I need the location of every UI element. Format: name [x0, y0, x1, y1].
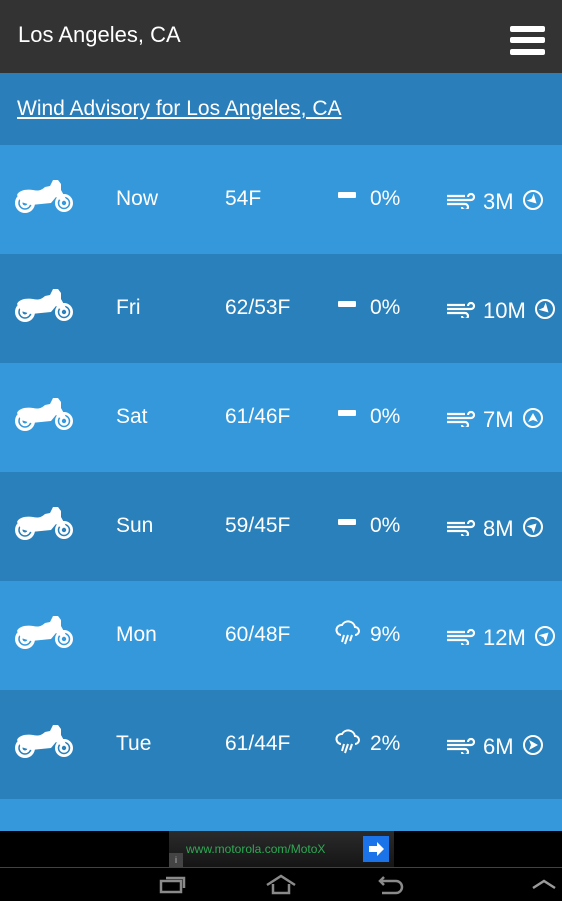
forecast-row[interactable]: Sat 61/46F 0% 7M: [0, 363, 562, 472]
forecast-day: Sun: [116, 514, 154, 537]
forecast-row[interactable]: Tue 61/44F 2% 6M: [0, 690, 562, 799]
forecast-row[interactable]: Sun 59/45F 0% 8M: [0, 472, 562, 581]
dash-icon: [335, 183, 361, 211]
motorcycle-icon: [14, 506, 74, 542]
app-bar: Los Angeles, CA: [0, 0, 562, 73]
wind-direction-icon: [534, 625, 556, 647]
forecast-temp: 60/48F: [225, 623, 291, 646]
ad-banner[interactable]: www.motorola.com/MotoX i: [169, 831, 394, 867]
forecast-day: Mon: [116, 623, 157, 646]
home-button[interactable]: [264, 872, 298, 896]
forecast-wind: 10M: [483, 298, 526, 323]
back-icon: [378, 876, 404, 895]
wind-icon: [446, 191, 476, 212]
dash-icon: [335, 510, 361, 538]
wind-direction-icon: [522, 407, 544, 429]
wind-icon: [446, 627, 476, 648]
ad-go-button[interactable]: [363, 836, 389, 862]
forecast-temp: 62/53F: [225, 296, 291, 319]
forecast-precip: 0%: [370, 514, 401, 537]
forecast-wind: 12M: [483, 625, 526, 650]
ad-bar: www.motorola.com/MotoX i: [0, 831, 562, 867]
menu-button[interactable]: [510, 26, 545, 56]
forecast-wind: 3M: [483, 189, 514, 214]
rain-cloud-icon: [335, 619, 361, 647]
forecast-precip: 9%: [370, 623, 401, 646]
up-button[interactable]: [528, 872, 562, 896]
hamburger-line: [510, 37, 545, 43]
chevron-up-icon: [532, 879, 556, 890]
wind-direction-icon: [534, 298, 556, 320]
forecast-temp: 61/46F: [225, 405, 291, 428]
wind-icon: [446, 409, 476, 430]
wind-advisory-link[interactable]: Wind Advisory for Los Angeles, CA: [17, 97, 342, 121]
forecast-day: Now: [116, 187, 159, 210]
wind-direction-icon: [522, 734, 544, 756]
wind-direction-icon: [522, 516, 544, 538]
motorcycle-icon: [14, 288, 74, 324]
forecast-precip: 2%: [370, 732, 401, 755]
system-nav-bar: [0, 867, 562, 900]
rain-cloud-icon: [335, 728, 361, 756]
forecast-wind: 8M: [483, 516, 514, 541]
forecast-precip: 0%: [370, 187, 401, 210]
motorcycle-icon: [14, 397, 74, 433]
hamburger-menu-icon: [510, 26, 545, 32]
wind-icon: [446, 300, 476, 321]
wind-icon: [446, 518, 476, 539]
dash-icon: [335, 401, 361, 429]
forecast-row-partial: [0, 799, 562, 831]
forecast-wind: 7M: [483, 407, 514, 432]
motorcycle-icon: [14, 179, 74, 215]
recent-apps-button[interactable]: [157, 872, 191, 896]
location-title: Los Angeles, CA: [18, 22, 181, 47]
motorcycle-icon: [14, 724, 74, 760]
arrow-right-icon: [369, 842, 384, 856]
forecast-row[interactable]: Now 54F 0% 3M: [0, 145, 562, 254]
forecast-wind: 6M: [483, 734, 514, 759]
ad-info-icon[interactable]: i: [169, 853, 183, 867]
forecast-day: Fri: [116, 296, 141, 319]
forecast-temp: 59/45F: [225, 514, 291, 537]
forecast-temp: 54F: [225, 187, 262, 210]
motorcycle-icon: [14, 615, 74, 651]
wind-icon: [446, 736, 476, 757]
home-icon: [266, 874, 296, 895]
wind-direction-icon: [522, 189, 544, 211]
forecast-precip: 0%: [370, 296, 401, 319]
forecast-precip: 0%: [370, 405, 401, 428]
ad-url[interactable]: www.motorola.com/MotoX: [186, 842, 325, 856]
recent-apps-icon: [159, 876, 186, 894]
forecast-day: Sat: [116, 405, 148, 428]
forecast-row[interactable]: Mon 60/48F 9% 12M: [0, 581, 562, 690]
dash-icon: [335, 292, 361, 320]
hamburger-line: [510, 49, 545, 55]
forecast-temp: 61/44F: [225, 732, 291, 755]
forecast-row[interactable]: Fri 62/53F 0% 10M: [0, 254, 562, 363]
advisory-banner: Wind Advisory for Los Angeles, CA: [0, 73, 562, 145]
back-button[interactable]: [374, 872, 408, 896]
forecast-day: Tue: [116, 732, 152, 755]
